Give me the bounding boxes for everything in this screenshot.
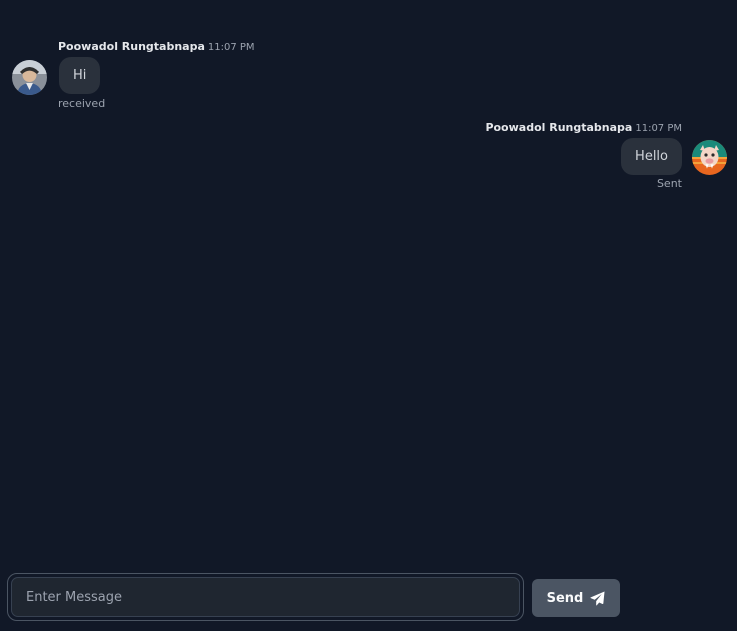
message-bubble: Hello [621, 138, 682, 175]
avatar[interactable] [692, 140, 727, 175]
message-input-wrapper [7, 573, 524, 621]
send-label: Send [546, 590, 584, 606]
avatar[interactable] [12, 60, 47, 95]
message-input[interactable] [11, 577, 520, 617]
send-button[interactable]: Send [532, 579, 620, 617]
user-photo-icon [12, 60, 47, 95]
sender-name: Poowadol Rungtabnapa [58, 40, 205, 53]
chat-app: Poowadol Rungtabnapa 11:07 PM Hi received [0, 0, 737, 631]
message-time: 11:07 PM [207, 42, 255, 53]
message-list: Poowadol Rungtabnapa 11:07 PM Hi received [0, 0, 737, 561]
message-header: Poowadol Rungtabnapa 11:07 PM [485, 121, 682, 136]
message-status: Sent [656, 177, 682, 190]
message-bubble: Hi [59, 57, 101, 94]
sender-name: Poowadol Rungtabnapa [485, 121, 633, 134]
message-header: Poowadol Rungtabnapa 11:07 PM [58, 40, 255, 55]
message-composer: Send [0, 571, 737, 631]
message-time: 11:07 PM [635, 123, 682, 134]
message-sent: Poowadol Rungtabnapa 11:07 PM Hello Sent [427, 120, 727, 195]
message-status: received [58, 97, 106, 110]
message-received: Poowadol Rungtabnapa 11:07 PM Hi received [12, 40, 312, 115]
cartoon-avatar-icon [692, 140, 727, 175]
paper-plane-icon [590, 590, 605, 605]
